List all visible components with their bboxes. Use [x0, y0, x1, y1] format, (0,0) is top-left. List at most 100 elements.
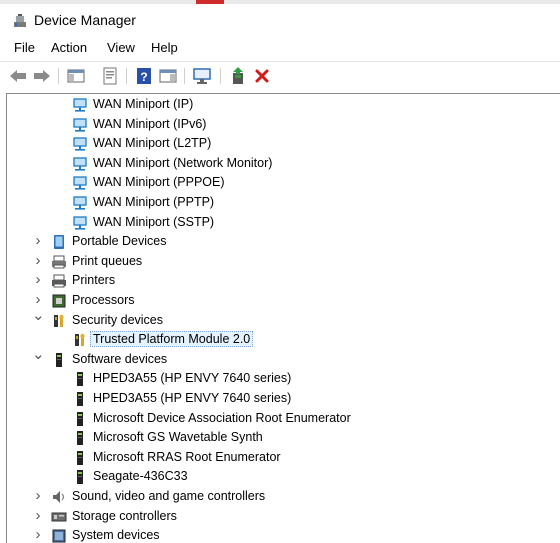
- network-adapter-icon: [72, 117, 88, 133]
- collapse-chevron-icon[interactable]: ⌄: [32, 347, 45, 362]
- tree-row-label: WAN Miniport (Network Monitor): [93, 155, 273, 170]
- help-icon[interactable]: ?: [134, 66, 154, 86]
- tree-row[interactable]: › Printers: [7, 271, 560, 291]
- show-hide-console-tree-icon[interactable]: [66, 66, 86, 86]
- tree-row-label: Security devices: [72, 312, 164, 327]
- device-tree[interactable]: WAN Miniport (IP) WAN Miniport (IPv6) WAN …: [6, 93, 560, 543]
- software-device-icon: [72, 430, 88, 446]
- menu-file[interactable]: File: [14, 40, 35, 55]
- tree-row[interactable]: HPED3A55 (HP ENVY 7640 series): [7, 369, 560, 389]
- menu-help[interactable]: Help: [151, 40, 178, 55]
- tree-row[interactable]: ⌄ Software devices: [7, 347, 560, 370]
- tree-row-label: WAN Miniport (SSTP): [93, 214, 215, 229]
- title-bar: Device Manager: [0, 4, 560, 36]
- tree-row[interactable]: ⌄ Security devices: [7, 308, 560, 331]
- window-title: Device Manager: [34, 12, 136, 28]
- security-device-icon: [51, 313, 67, 329]
- portable-device-icon: [51, 234, 67, 250]
- menu-bar: File Action View Help: [0, 36, 560, 60]
- tree-row-label: Sound, video and game controllers: [72, 489, 266, 503]
- tree-row[interactable]: WAN Miniport (L2TP): [7, 134, 560, 154]
- tree-row[interactable]: WAN Miniport (IP): [7, 95, 560, 115]
- tree-row-label: Microsoft RRAS Root Enumerator: [93, 449, 281, 464]
- tree-row[interactable]: Microsoft RRAS Root Enumerator: [7, 448, 560, 468]
- expand-chevron-icon[interactable]: ›: [32, 253, 44, 268]
- tree-row[interactable]: WAN Miniport (PPTP): [7, 193, 560, 213]
- uninstall-device-icon[interactable]: [252, 66, 272, 86]
- tree-row-label: WAN Miniport (IPv6): [93, 116, 207, 131]
- tree-row-label: Portable Devices: [72, 234, 167, 249]
- tree-row-label: System devices: [72, 528, 160, 543]
- processor-icon: [51, 293, 67, 309]
- tree-row-label: Seagate-436C33: [93, 469, 188, 484]
- security-device-icon: [72, 332, 88, 348]
- tree-row[interactable]: › Storage controllers: [7, 507, 560, 527]
- device-manager-icon: [14, 14, 26, 27]
- expand-chevron-icon[interactable]: ›: [32, 508, 44, 523]
- network-adapter-icon: [72, 175, 88, 191]
- tree-row[interactable]: WAN Miniport (IPv6): [7, 115, 560, 135]
- collapse-chevron-icon[interactable]: ⌄: [32, 308, 45, 323]
- tree-row[interactable]: Microsoft Device Association Root Enumer…: [7, 409, 560, 429]
- software-device-icon: [72, 411, 88, 427]
- network-adapter-icon: [72, 195, 88, 211]
- menu-view[interactable]: View: [107, 40, 135, 55]
- tree-row-label: WAN Miniport (PPPOE): [93, 175, 225, 190]
- expand-chevron-icon[interactable]: ›: [32, 527, 44, 542]
- network-adapter-icon: [72, 97, 88, 113]
- tree-row[interactable]: Microsoft GS Wavetable Synth: [7, 428, 560, 448]
- tree-row-label: Trusted Platform Module 2.0: [90, 331, 254, 348]
- update-driver-icon[interactable]: [228, 66, 248, 86]
- software-device-icon: [72, 450, 88, 466]
- tree-row[interactable]: › Processors: [7, 291, 560, 311]
- tree-row-label: Printers: [72, 273, 116, 288]
- toolbar-separator: [58, 68, 59, 84]
- scan-hardware-icon[interactable]: [192, 66, 212, 86]
- tree-row[interactable]: WAN Miniport (Network Monitor): [7, 154, 560, 174]
- tree-row[interactable]: WAN Miniport (PPPOE): [7, 173, 560, 193]
- sound-icon: [51, 489, 67, 505]
- expand-chevron-icon[interactable]: ›: [32, 292, 44, 307]
- system-device-icon: [51, 528, 67, 543]
- tree-row[interactable]: › Print queues: [7, 252, 560, 272]
- properties-icon[interactable]: [100, 66, 120, 86]
- forward-arrow-icon[interactable]: [32, 66, 52, 86]
- tree-row-label: Software devices: [72, 351, 168, 366]
- tree-row[interactable]: › Portable Devices: [7, 232, 560, 252]
- tree-row-label: Print queues: [72, 253, 143, 268]
- toolbar-separator: [184, 68, 185, 84]
- expand-chevron-icon[interactable]: ›: [32, 272, 44, 287]
- tree-row[interactable]: WAN Miniport (SSTP): [7, 213, 560, 233]
- tree-row-label: HPED3A55 (HP ENVY 7640 series): [93, 371, 292, 386]
- print-queue-icon: [51, 254, 67, 270]
- expand-chevron-icon[interactable]: ›: [32, 488, 44, 503]
- tree-row[interactable]: HPED3A55 (HP ENVY 7640 series): [7, 389, 560, 409]
- software-device-icon: [72, 469, 88, 485]
- software-device-icon: [72, 391, 88, 407]
- network-adapter-icon: [72, 215, 88, 231]
- printer-icon: [51, 273, 67, 289]
- network-adapter-icon: [72, 136, 88, 152]
- tree-row-label: Storage controllers: [72, 508, 177, 523]
- toolbar-separator: [220, 68, 221, 84]
- tree-row[interactable]: › Sound, video and game controllers: [7, 487, 560, 507]
- tree-row-label: Processors: [72, 293, 135, 307]
- tree-row[interactable]: Trusted Platform Module 2.0: [7, 330, 560, 350]
- tree-row-label: WAN Miniport (IP): [93, 97, 194, 111]
- tree-row-label: Microsoft GS Wavetable Synth: [93, 430, 263, 445]
- tree-row-label: Microsoft Device Association Root Enumer…: [93, 410, 351, 425]
- tree-row-label: WAN Miniport (PPTP): [93, 195, 215, 209]
- action-pane-icon[interactable]: [158, 66, 178, 86]
- toolbar: ?: [0, 61, 560, 90]
- tree-row-label: WAN Miniport (L2TP): [93, 136, 212, 151]
- toolbar-separator: [126, 68, 127, 84]
- network-adapter-icon: [72, 156, 88, 172]
- software-device-icon: [51, 352, 67, 368]
- tree-row-label: HPED3A55 (HP ENVY 7640 series): [93, 391, 292, 405]
- svg-text:?: ?: [140, 70, 147, 84]
- menu-action[interactable]: Action: [51, 40, 87, 55]
- expand-chevron-icon[interactable]: ›: [32, 233, 44, 248]
- back-arrow-icon[interactable]: [8, 66, 28, 86]
- tree-row[interactable]: Seagate-436C33: [7, 467, 560, 487]
- tree-row[interactable]: › System devices: [7, 526, 560, 543]
